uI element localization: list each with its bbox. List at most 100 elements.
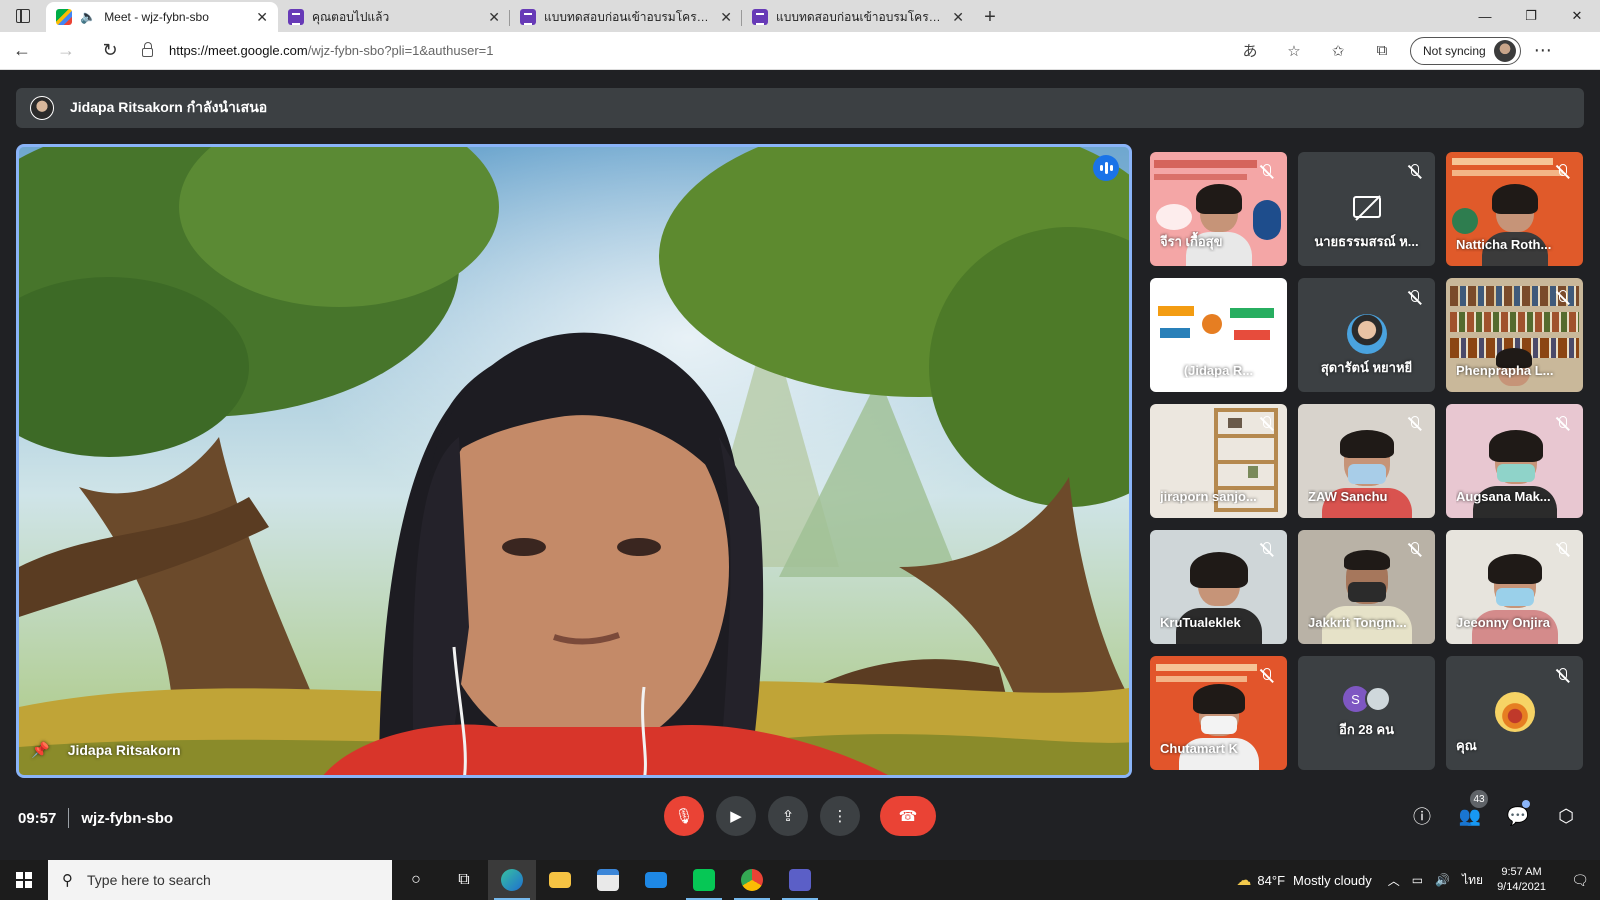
edge-icon [501, 869, 523, 891]
weather-temp[interactable]: 84°F [1257, 873, 1285, 888]
participant-tile[interactable]: jiraporn sanjo... [1150, 404, 1287, 518]
meeting-info-button[interactable]: ⓘ [1400, 796, 1444, 836]
forward-button[interactable]: → [44, 32, 88, 70]
window-controls: — ❐ ✕ [1462, 0, 1600, 32]
participant-tile[interactable]: นายธรรมสรณ์ ห... [1298, 152, 1435, 266]
search-icon: ⚲ [62, 872, 73, 889]
mic-off-icon [1407, 290, 1421, 306]
more-options-button[interactable]: ⋮ [820, 796, 860, 836]
profile-sync-button[interactable]: Not syncing [1410, 36, 1521, 65]
participant-name: จีรา เกื้อสุข [1160, 234, 1223, 249]
favorites-icon[interactable]: ✩ [1316, 42, 1360, 60]
participant-tile[interactable]: Augsana Mak... [1446, 404, 1583, 518]
close-icon[interactable]: ✕ [256, 9, 268, 26]
url-field[interactable]: https://meet.google.com/wjz-fybn-sbo?pli… [132, 36, 1212, 66]
microphone-toggle-button[interactable]: 🎙 [664, 796, 704, 836]
weather-description[interactable]: Mostly cloudy [1293, 873, 1372, 888]
collections-icon[interactable]: ⧉ [1360, 42, 1404, 59]
cortana-button[interactable]: ○ [392, 860, 440, 900]
lock-icon[interactable] [142, 42, 153, 57]
taskbar-edge[interactable] [488, 860, 536, 900]
participant-tile[interactable]: Jakkrit Tongm... [1298, 530, 1435, 644]
present-screen-button[interactable]: ⇪ [768, 796, 808, 836]
participant-name: คุณ [1456, 738, 1477, 753]
presenter-avatar [30, 96, 54, 120]
tab-actions-button[interactable] [0, 0, 46, 32]
participant-tile[interactable]: Jeeonny Onjira [1446, 530, 1583, 644]
volume-icon[interactable]: 🔊 [1435, 873, 1450, 887]
meeting-code: wjz-fybn-sbo [81, 809, 174, 827]
notification-icon[interactable]: 🗨 [1560, 872, 1600, 889]
main-video-label: 📌 Jidapa Ritsakorn [31, 741, 181, 759]
pin-icon[interactable]: 📌 [31, 741, 50, 759]
taskbar-mail[interactable] [632, 860, 680, 900]
restore-button[interactable]: ❐ [1508, 0, 1554, 32]
mic-off-icon [1259, 416, 1273, 432]
activities-button[interactable]: ⬡ [1544, 796, 1588, 836]
add-favorite-icon[interactable]: ☆ [1272, 42, 1316, 60]
chat-button[interactable]: 💬 [1496, 796, 1540, 836]
participant-name: Natticha Roth... [1456, 237, 1552, 252]
tab-meet[interactable]: 🔈 Meet - wjz-fybn-sbo ✕ [46, 2, 278, 32]
mic-off-icon [1259, 164, 1273, 180]
read-aloud-icon[interactable]: あ [1228, 40, 1272, 61]
tab-label: คุณตอบไปแล้ว [312, 9, 390, 24]
taskbar-file-explorer[interactable] [536, 860, 584, 900]
taskbar-store[interactable] [584, 860, 632, 900]
speaker-icon[interactable]: 🔈 [80, 9, 96, 25]
close-icon[interactable]: ✕ [488, 9, 500, 26]
others-tile[interactable]: S อีก 28 คน [1298, 656, 1435, 770]
main-speaker-video[interactable]: 📌 Jidapa Ritsakorn [16, 144, 1132, 778]
participant-tile[interactable]: จีรา เกื้อสุข [1150, 152, 1287, 266]
participant-tile[interactable]: (Jidapa R... [1150, 278, 1287, 392]
others-avatars: S [1342, 686, 1391, 712]
taskbar-clock[interactable]: 9:57 AM 9/14/2021 [1497, 865, 1546, 895]
mic-off-icon [1555, 290, 1569, 306]
leave-call-button[interactable]: ☎ [880, 796, 936, 836]
participant-name: Jeeonny Onjira [1456, 615, 1550, 630]
taskbar-teams[interactable] [776, 860, 824, 900]
meeting-details: 09:57 wjz-fybn-sbo [18, 808, 173, 828]
close-icon[interactable]: ✕ [952, 9, 964, 26]
taskbar-search-box[interactable]: ⚲ Type here to search [48, 860, 392, 900]
taskbar-chrome[interactable] [728, 860, 776, 900]
mic-off-icon [1555, 164, 1569, 180]
back-button[interactable]: ← [0, 32, 44, 70]
close-window-button[interactable]: ✕ [1554, 0, 1600, 32]
forms-icon [520, 9, 536, 25]
folder-icon [549, 872, 571, 888]
task-view-button[interactable]: ⧉ [440, 860, 488, 900]
cortana-icon: ○ [411, 871, 421, 888]
tab-forms-pretest-1[interactable]: แบบทดสอบก่อนเข้าอบรมโครงการ "อบ ✕ [510, 2, 742, 32]
reload-button[interactable]: ↻ [88, 32, 132, 70]
participant-tile[interactable]: Phenprapha L... [1446, 278, 1583, 392]
browser-menu-button[interactable]: ⋯ [1521, 40, 1565, 61]
start-button[interactable] [0, 860, 48, 900]
tab-forms-answered[interactable]: คุณตอบไปแล้ว ✕ [278, 2, 510, 32]
close-icon[interactable]: ✕ [720, 9, 732, 26]
participant-tile[interactable]: ZAW Sanchu [1298, 404, 1435, 518]
new-tab-button[interactable]: + [974, 2, 1006, 32]
windows-logo-icon [16, 872, 32, 888]
clock-date: 9/14/2021 [1497, 881, 1546, 893]
minimize-button[interactable]: — [1462, 0, 1508, 32]
input-language[interactable]: ไทย [1462, 871, 1483, 890]
participant-tile[interactable]: Natticha Roth... [1446, 152, 1583, 266]
participant-tile[interactable]: Chutamart K [1150, 656, 1287, 770]
participant-name: jiraporn sanjo... [1160, 489, 1257, 504]
taskbar-line[interactable] [680, 860, 728, 900]
participant-name: (Jidapa R... [1183, 363, 1254, 378]
self-tile[interactable]: คุณ [1446, 656, 1583, 770]
teams-icon [789, 869, 811, 891]
chevron-up-icon[interactable]: ︿ [1388, 872, 1400, 889]
browser-tab-strip: 🔈 Meet - wjz-fybn-sbo ✕ คุณตอบไปแล้ว ✕ แ… [0, 0, 1600, 32]
camera-toggle-button[interactable]: ▶ [716, 796, 756, 836]
tab-forms-pretest-2[interactable]: แบบทดสอบก่อนเข้าอบรมโครงการ "อบ ✕ [742, 2, 974, 32]
weather-icon[interactable]: ☁ [1236, 871, 1251, 889]
participant-tile[interactable]: KruTualeklek [1150, 530, 1287, 644]
network-icon[interactable]: ▭ [1412, 873, 1423, 887]
mic-off-icon [1555, 542, 1569, 558]
people-button[interactable]: 👥 43 [1448, 790, 1492, 836]
tab-actions-icon [16, 9, 30, 23]
participant-tile[interactable]: สุดารัตน์ หยาหยี [1298, 278, 1435, 392]
